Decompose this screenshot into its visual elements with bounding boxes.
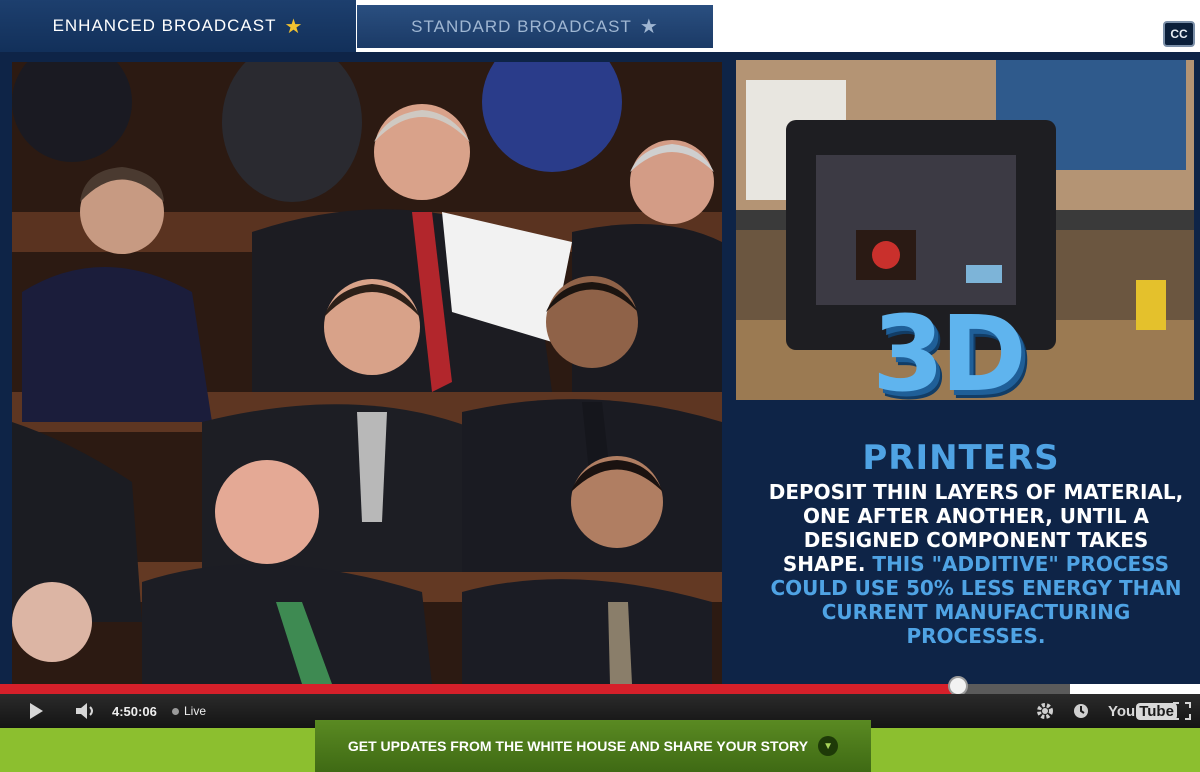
get-updates-button[interactable]: GET UPDATES FROM THE WHITE HOUSE AND SHA… <box>315 720 871 772</box>
fullscreen-icon <box>1173 702 1191 720</box>
broadcast-stage: 3D PRINTERS DEPOSIT THIN LAYERS OF MATER… <box>0 52 1200 684</box>
info-body: DEPOSIT THIN LAYERS OF MATERIAL, ONE AFT… <box>766 480 1186 648</box>
progress-bar[interactable] <box>0 684 1070 694</box>
info-title: PRINTERS <box>862 438 1060 478</box>
youtube-logo-you: You <box>1108 703 1136 720</box>
youtube-logo[interactable]: You Tube <box>1108 703 1177 720</box>
cta-label: GET UPDATES FROM THE WHITE HOUSE AND SHA… <box>347 738 809 754</box>
tab-bar: ENHANCED BROADCAST ★ STANDARD BROADCAST … <box>0 0 1200 52</box>
progress-scrubber[interactable] <box>947 676 968 696</box>
tab-enhanced-label: ENHANCED BROADCAST <box>52 16 277 35</box>
live-label: Live <box>184 704 207 718</box>
chamber-scene-illustration <box>12 62 722 684</box>
tab-standard-label: STANDARD BROADCAST <box>411 16 632 36</box>
progress-played <box>0 684 958 694</box>
broadcast-page: ENHANCED BROADCAST ★ STANDARD BROADCAST … <box>0 0 1200 772</box>
chevron-down-icon: ▼ <box>818 736 839 756</box>
star-icon: ★ <box>284 15 304 38</box>
fullscreen-button[interactable] <box>1168 694 1196 728</box>
time-display: 4:50:06 <box>112 703 157 719</box>
clock-icon <box>1074 704 1088 718</box>
info-panel: 3D PRINTERS DEPOSIT THIN LAYERS OF MATER… <box>722 52 1200 684</box>
volume-icon <box>76 703 93 719</box>
volume-button[interactable] <box>66 694 106 728</box>
video-frame[interactable] <box>12 62 722 684</box>
star-icon: ★ <box>639 16 659 38</box>
settings-icon <box>1037 703 1053 719</box>
settings-button[interactable]: HD <box>1030 694 1060 728</box>
closed-captions-button[interactable]: CC <box>1163 21 1195 47</box>
live-dot-icon <box>172 707 179 715</box>
tab-standard-broadcast[interactable]: STANDARD BROADCAST ★ <box>357 5 713 48</box>
play-icon <box>30 703 43 719</box>
play-button[interactable] <box>16 694 56 728</box>
live-indicator[interactable]: Live <box>172 694 206 728</box>
tab-enhanced-broadcast[interactable]: ENHANCED BROADCAST ★ <box>0 0 356 52</box>
watch-later-button[interactable] <box>1068 694 1094 728</box>
3d-badge: 3D <box>872 293 1027 415</box>
